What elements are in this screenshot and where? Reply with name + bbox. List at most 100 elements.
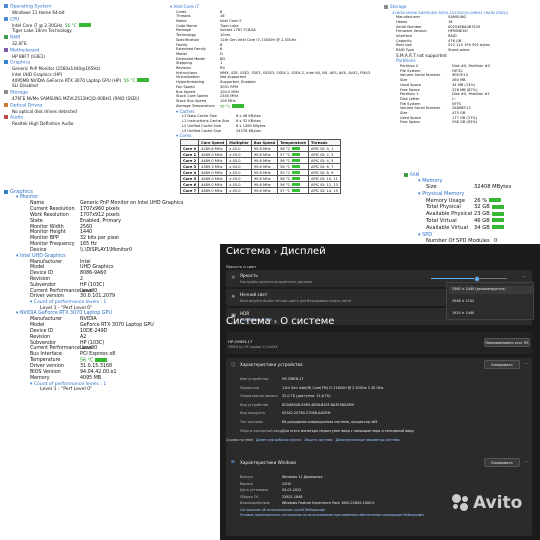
info-value: Intel Core i7 bbox=[220, 19, 242, 23]
value-bar bbox=[491, 204, 504, 209]
brightness-color-section: Яркость и цвет bbox=[226, 264, 257, 269]
core-cell: 99.8 MHz bbox=[250, 187, 279, 194]
info-value: 46 GB bbox=[474, 217, 490, 224]
resolution-option[interactable]: 2048 × 1152 bbox=[452, 299, 474, 303]
value-bar bbox=[489, 198, 502, 203]
core-temp-bar bbox=[292, 177, 301, 180]
spec-row: Код устройства 6CD4B948-E989-4B06-B55F-8A… bbox=[240, 402, 355, 409]
motherboard-icon bbox=[4, 47, 8, 52]
rename-pc-button[interactable]: Переименовать этот ПК bbox=[484, 338, 530, 347]
breadcrumb-system[interactable]: Система bbox=[226, 246, 271, 257]
optical-icon bbox=[4, 102, 8, 107]
copy-windows-specs-button[interactable]: Копировать bbox=[484, 458, 520, 467]
info-value: 226 MB (87%) bbox=[452, 87, 478, 92]
value-bar bbox=[232, 103, 245, 108]
chevron-up-icon[interactable]: ⌃ bbox=[525, 362, 528, 367]
memory-header: ▾ Memory bbox=[418, 177, 443, 184]
info-value: Intel bbox=[80, 259, 91, 265]
license-terms-link[interactable]: Условия лицензионного соглашения на испо… bbox=[240, 513, 424, 518]
info-value: 8D bbox=[220, 56, 226, 61]
info-value: 34 MB (13%) bbox=[452, 82, 476, 87]
cpu-icon bbox=[4, 16, 8, 21]
info-value: 9E67E13 bbox=[452, 73, 468, 78]
info-key: Free Space bbox=[400, 120, 420, 125]
copy-device-specs-button[interactable]: Копировать bbox=[484, 360, 520, 369]
core-temp-bar bbox=[292, 171, 301, 174]
brightness-slider[interactable] bbox=[431, 275, 507, 282]
info-value: 2 bbox=[80, 276, 84, 282]
device-specs-header: Характеристики устройства bbox=[240, 362, 303, 367]
info-value: 16 bbox=[220, 14, 225, 19]
caches-rows: L1 Data Cache Size 8 x 48 KBytes L1 Instru… bbox=[170, 114, 385, 133]
spec-value: Windows Feature Experience Pack 1000.226… bbox=[282, 501, 375, 506]
spec-row: Оперативная память 32,0 ГБ (доступно: 31,… bbox=[240, 393, 331, 400]
info-value: 1707x960 pixels bbox=[80, 207, 120, 213]
resolution-option[interactable]: 2560 × 1440 (рекомендуется) bbox=[452, 287, 506, 291]
cpu-detail: ▾ Intel Core i7 Cores 8 Threads 16 Name Intel… bbox=[170, 4, 385, 139]
core-temp-bar bbox=[292, 153, 301, 156]
settings-window: Система › Дисплей Яркость и цвет ☼ Яркос… bbox=[220, 244, 540, 540]
info-value: 260 MB bbox=[452, 78, 466, 83]
gpu-temp: 56 °C bbox=[123, 77, 136, 83]
info-icon: ⓘ bbox=[231, 363, 236, 368]
spec-value: 04.01.2022 bbox=[282, 488, 302, 493]
avito-logo-icon bbox=[452, 494, 470, 512]
core-cell: APIC ID: 14, 15 bbox=[307, 187, 341, 194]
value-bar bbox=[491, 211, 504, 216]
pc-name: HP-OMEN-17 bbox=[228, 339, 253, 344]
breadcrumb-system[interactable]: Система bbox=[226, 316, 271, 327]
info-value: Level 0 bbox=[80, 288, 98, 294]
info-value: \\.\DISPLAY1\Monitor0 bbox=[80, 247, 132, 253]
info-value: 1440 bbox=[80, 230, 93, 236]
avito-wordmark: Avito bbox=[473, 493, 523, 513]
audio-icon bbox=[4, 115, 8, 120]
storage-icon bbox=[4, 89, 8, 94]
advanced-system-settings-link[interactable]: Дополнительные параметры системы bbox=[336, 438, 400, 442]
info-value: NTFS bbox=[452, 101, 462, 106]
spec-value: 00342-20780-27048-AAOEM bbox=[282, 411, 331, 416]
info-row: Free Space 298 GB (63%) bbox=[400, 120, 538, 125]
domain-workgroup-link[interactable]: Домен или рабочая группа bbox=[256, 438, 301, 442]
chevron-up-icon[interactable]: ⌃ bbox=[523, 275, 526, 280]
spec-value: 32,0 ГБ (доступно: 31,6 ГБ) bbox=[282, 394, 331, 399]
brightness-slider-thumb[interactable] bbox=[473, 275, 480, 282]
system-protection-link[interactable]: Защита системы bbox=[304, 438, 332, 442]
core-temp-bar bbox=[292, 159, 301, 162]
info-value: Level 0 bbox=[80, 346, 98, 352]
cpu-tech: Tiger Lake 10nm Technology bbox=[12, 28, 72, 34]
info-value: R0 bbox=[220, 66, 225, 71]
physical-memory-rows: Memory Usage 26 % Total Physical 32 GB Avail… bbox=[404, 198, 538, 232]
chevron-up-icon[interactable]: ⌃ bbox=[525, 460, 528, 465]
info-value: 8 bbox=[220, 9, 223, 14]
breadcrumb-about: О системе bbox=[280, 316, 335, 327]
info-value: HP (103C) bbox=[80, 340, 105, 346]
info-row: Total Virtual 46 GB bbox=[426, 218, 538, 225]
info-value: SAMSUNG bbox=[448, 15, 467, 20]
resolution-dropdown[interactable]: 2560 × 1440 (рекомендуется) 2048 × 1152 … bbox=[446, 282, 534, 320]
spec-key: Перо и сенсорный ввод bbox=[240, 428, 283, 433]
monitor-rows: Name Generic PnP Monitor on Intel UHD Gra… bbox=[4, 201, 218, 253]
physical-memory-header: ▾ Physical Memory bbox=[418, 190, 465, 197]
resolution-option[interactable]: 1920 × 1440 bbox=[452, 311, 474, 315]
info-value: 1 bbox=[220, 61, 223, 66]
value-bar bbox=[491, 218, 504, 223]
value-bar bbox=[95, 357, 108, 362]
info-value: D bbox=[220, 51, 223, 56]
info-value: 10nm bbox=[220, 33, 231, 38]
core-cell: 57 °C bbox=[277, 187, 309, 194]
avito-watermark: Avito bbox=[452, 493, 522, 513]
info-value: Disk #0, Partition #1 bbox=[452, 92, 490, 97]
info-value: 165 Hz bbox=[80, 241, 97, 247]
ram-icon bbox=[404, 172, 408, 177]
value-bar bbox=[491, 225, 504, 230]
spec-key: Код устройства bbox=[240, 402, 269, 407]
windows-logo-icon: ⊞ bbox=[231, 460, 235, 465]
info-value: FAT32 bbox=[452, 68, 463, 73]
info-value: 34 GB bbox=[474, 224, 490, 231]
windows-specs-header: Характеристики Windows bbox=[240, 460, 297, 465]
info-value: 10DE-249D bbox=[80, 328, 108, 334]
info-value: 512 110 190 592 bytes bbox=[448, 43, 490, 48]
info-value: 32 bits per pixel bbox=[80, 236, 119, 242]
storage-value: 476ГБ NVMe SAMSUNG MZVL2512HCJQ-00BH1 (R… bbox=[12, 95, 140, 101]
sun-icon: ☼ bbox=[231, 275, 236, 281]
